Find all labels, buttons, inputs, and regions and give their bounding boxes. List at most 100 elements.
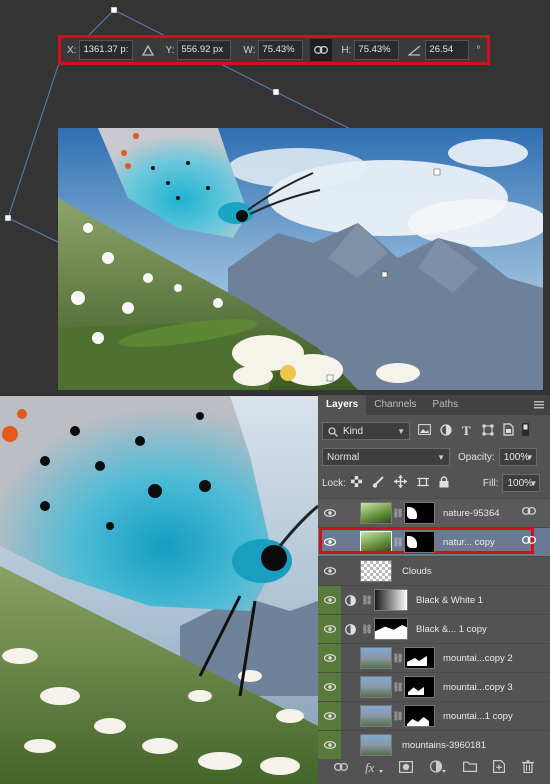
search-icon <box>328 423 338 444</box>
layer-thumbnail <box>360 560 392 582</box>
height-label: H: <box>341 44 352 56</box>
layer-mask-thumbnail[interactable] <box>374 589 408 611</box>
lock-position-move-icon[interactable] <box>393 475 407 491</box>
layer-name: Black &... 1 copy <box>416 623 487 635</box>
rotation-angle-field[interactable]: 26.54 <box>425 40 470 60</box>
transform-options-bar: X: 1361.37 p: Y: 556.92 px W: 75.43% H: … <box>58 35 490 65</box>
x-label: X: <box>67 44 77 56</box>
svg-text:T: T <box>462 424 471 436</box>
layer-style-fx-icon[interactable]: fx <box>365 760 383 777</box>
lock-transparent-pixels-icon[interactable] <box>350 476 362 490</box>
blend-mode-dropdown[interactable]: Normal ▼ <box>322 448 450 466</box>
lock-all-padlock-icon[interactable] <box>439 475 449 491</box>
layer-filter-row: Kind ▼ T <box>318 418 550 444</box>
fill-field[interactable]: 100% ▼ <box>502 474 541 492</box>
layer-mask-thumbnail[interactable] <box>404 531 435 553</box>
layer-row-black-white-1-copy[interactable]: ⛓ Black &... 1 copy <box>318 614 550 643</box>
opacity-field[interactable]: 100% ▼ <box>498 448 537 466</box>
lock-fill-row: Lock: Fill: 100% ▼ <box>318 470 550 496</box>
layer-row-mountains-1-copy[interactable]: ⛓ mountai...1 copy <box>318 701 550 730</box>
layer-thumbnail <box>360 647 392 669</box>
butterfly-closeup-photo <box>0 396 318 784</box>
chevron-down-icon: ▼ <box>529 479 538 488</box>
smart-object-filter-icon[interactable] <box>503 423 514 439</box>
adjustment-layer-icon <box>341 623 360 635</box>
x-position-field[interactable]: 1361.37 p: <box>79 40 134 60</box>
mask-link-icon[interactable]: ⛓ <box>360 595 374 606</box>
adjustment-layer-icon <box>341 594 360 606</box>
width-field[interactable]: 75.43% <box>258 40 304 60</box>
layer-mask-thumbnail[interactable] <box>404 502 435 524</box>
layer-row-mountains-copy-3[interactable]: ⛓ mountai...copy 3 <box>318 672 550 701</box>
layer-name: natur... copy <box>443 536 495 548</box>
layer-name: Black & White 1 <box>416 594 484 606</box>
layer-mask-thumbnail[interactable] <box>404 676 435 698</box>
layer-mask-thumbnail[interactable] <box>404 705 435 727</box>
adjustment-filter-icon[interactable] <box>440 423 452 439</box>
layer-name: mountai...copy 3 <box>443 681 513 693</box>
panel-menu-icon[interactable] <box>534 401 544 412</box>
svg-text:fx: fx <box>365 760 375 774</box>
visibility-eye-icon[interactable] <box>318 586 341 614</box>
y-position-field[interactable]: 556.92 px <box>177 40 232 60</box>
tab-paths[interactable]: Paths <box>425 395 467 415</box>
width-label: W: <box>243 44 256 56</box>
visibility-eye-icon[interactable] <box>318 499 341 527</box>
filter-kind-label: Kind <box>343 426 364 437</box>
new-adjustment-layer-icon[interactable] <box>429 760 446 776</box>
mask-link-icon[interactable]: ⛓ <box>392 711 404 722</box>
link-layers-icon[interactable] <box>522 507 536 518</box>
visibility-eye-icon[interactable] <box>318 615 341 643</box>
lock-image-pixels-brush-icon[interactable] <box>372 475 384 491</box>
new-group-folder-icon[interactable] <box>462 761 477 775</box>
lock-artboard-icon[interactable] <box>416 476 429 491</box>
image-filter-icon[interactable] <box>418 424 431 438</box>
mask-link-icon[interactable]: ⛓ <box>392 653 404 664</box>
layer-name: Clouds <box>402 565 432 577</box>
mask-link-icon[interactable]: ⛓ <box>392 508 404 519</box>
type-filter-icon[interactable]: T <box>461 423 473 439</box>
link-layers-icon[interactable] <box>334 762 349 774</box>
height-field[interactable]: 75.43% <box>354 40 400 60</box>
filter-kind-dropdown[interactable]: Kind ▼ <box>322 422 410 440</box>
layer-thumbnail <box>360 502 392 524</box>
relative-position-icon[interactable] <box>141 43 155 57</box>
layer-row-mountains-copy-2[interactable]: ⛓ mountai...copy 2 <box>318 643 550 672</box>
lock-label: Lock: <box>322 477 346 489</box>
degree-unit: ° <box>476 44 481 56</box>
opacity-label: Opacity: <box>458 451 495 463</box>
visibility-eye-icon[interactable] <box>318 528 341 556</box>
mask-link-icon[interactable]: ⛓ <box>360 624 374 635</box>
layer-mask-thumbnail[interactable] <box>374 618 408 640</box>
fill-label: Fill: <box>482 477 499 489</box>
visibility-eye-icon[interactable] <box>318 644 341 672</box>
delete-layer-trash-icon[interactable] <box>521 760 534 776</box>
layer-row-clouds[interactable]: Clouds <box>318 556 550 585</box>
layer-name: mountains-3960181 <box>402 739 486 751</box>
layer-mask-thumbnail[interactable] <box>404 647 435 669</box>
layer-name: mountai...copy 2 <box>443 652 513 664</box>
layer-row-nature-95364[interactable]: ⛓ nature-95364 <box>318 498 550 527</box>
link-layers-icon[interactable] <box>522 536 536 547</box>
filter-toggle-icon[interactable] <box>522 423 529 439</box>
layer-thumbnail <box>360 676 392 698</box>
shape-filter-icon[interactable] <box>482 424 494 439</box>
add-mask-icon[interactable] <box>399 760 414 776</box>
mask-link-icon[interactable]: ⛓ <box>392 682 404 693</box>
new-layer-icon[interactable] <box>493 760 506 776</box>
layer-row-black-white-1[interactable]: ⛓ Black & White 1 <box>318 585 550 614</box>
visibility-eye-icon[interactable] <box>318 673 341 701</box>
layer-name: mountai...1 copy <box>443 710 513 722</box>
visibility-eye-icon[interactable] <box>318 557 341 585</box>
visibility-eye-icon[interactable] <box>318 702 341 730</box>
maintain-aspect-ratio-link-icon[interactable] <box>310 39 333 61</box>
tab-layers[interactable]: Layers <box>318 395 367 415</box>
chevron-down-icon: ▼ <box>397 427 405 436</box>
canvas-area-top[interactable]: X: 1361.37 p: Y: 556.92 px W: 75.43% H: … <box>0 0 550 395</box>
panel-bottom-toolbar: fx <box>318 752 550 784</box>
layer-thumbnail <box>360 705 392 727</box>
layer-row-nature-copy[interactable]: ⛓ natur... copy <box>318 527 550 556</box>
layers-list: ⛓ nature-95364 ⛓ natur... copy Clouds ⛓ … <box>318 498 550 759</box>
mask-link-icon[interactable]: ⛓ <box>392 537 404 548</box>
tab-channels[interactable]: Channels <box>366 395 424 415</box>
